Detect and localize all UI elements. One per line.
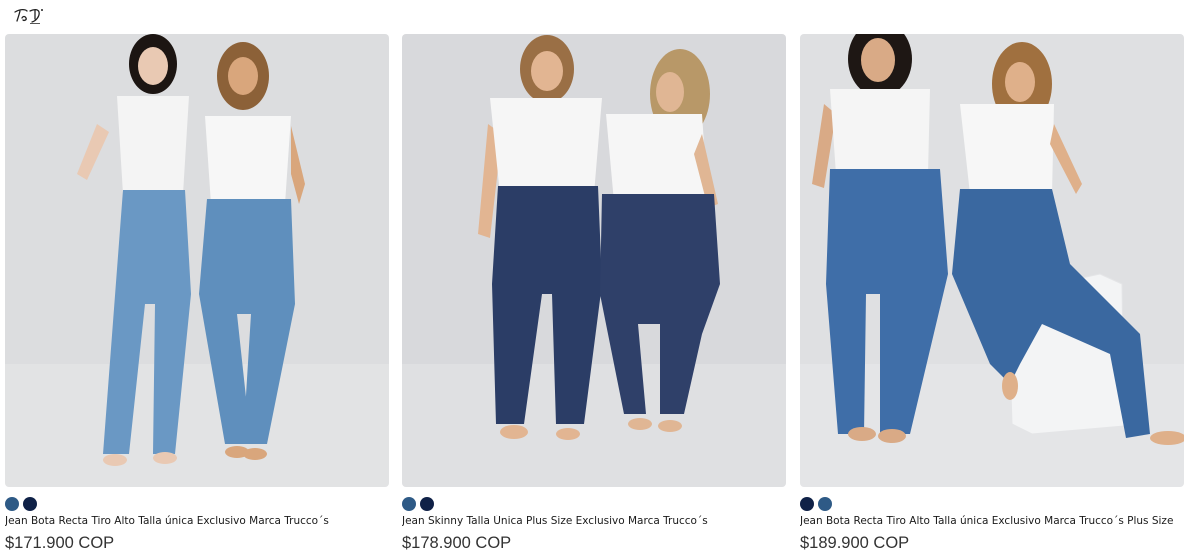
- product-photo-svg: [800, 34, 1184, 487]
- color-swatch[interactable]: [420, 497, 434, 511]
- product-card[interactable]: Jean Bota Recta Tiro Alto Talla única Ex…: [5, 34, 389, 560]
- product-image[interactable]: [402, 34, 786, 487]
- color-swatch[interactable]: [5, 497, 19, 511]
- product-card[interactable]: Jean Skinny Talla Única Plus Size Exclus…: [402, 34, 786, 560]
- color-swatch[interactable]: [818, 497, 832, 511]
- product-price: $178.900 COP: [402, 534, 512, 552]
- product-photo-svg: [402, 34, 786, 487]
- color-swatch[interactable]: [23, 497, 37, 511]
- product-grid: Jean Bota Recta Tiro Alto Talla única Ex…: [5, 34, 1185, 560]
- color-swatches: [402, 497, 434, 512]
- product-price: $171.900 COP: [5, 534, 115, 552]
- color-swatch[interactable]: [402, 497, 416, 511]
- site-header: [0, 0, 1188, 34]
- product-title[interactable]: Jean Bota Recta Tiro Alto Talla única Ex…: [5, 515, 389, 527]
- product-card[interactable]: Jean Bota Recta Tiro Alto Talla única Ex…: [800, 34, 1184, 560]
- product-image[interactable]: [5, 34, 389, 487]
- brand-logo-icon[interactable]: [12, 6, 46, 26]
- color-swatches: [5, 497, 37, 512]
- product-price: $189.900 COP: [800, 534, 910, 552]
- product-photo-svg: [5, 34, 389, 487]
- product-title[interactable]: Jean Bota Recta Tiro Alto Talla única Ex…: [800, 515, 1184, 527]
- product-title[interactable]: Jean Skinny Talla Única Plus Size Exclus…: [402, 515, 786, 527]
- color-swatch[interactable]: [800, 497, 814, 511]
- product-image[interactable]: [800, 34, 1184, 487]
- color-swatches: [800, 497, 832, 512]
